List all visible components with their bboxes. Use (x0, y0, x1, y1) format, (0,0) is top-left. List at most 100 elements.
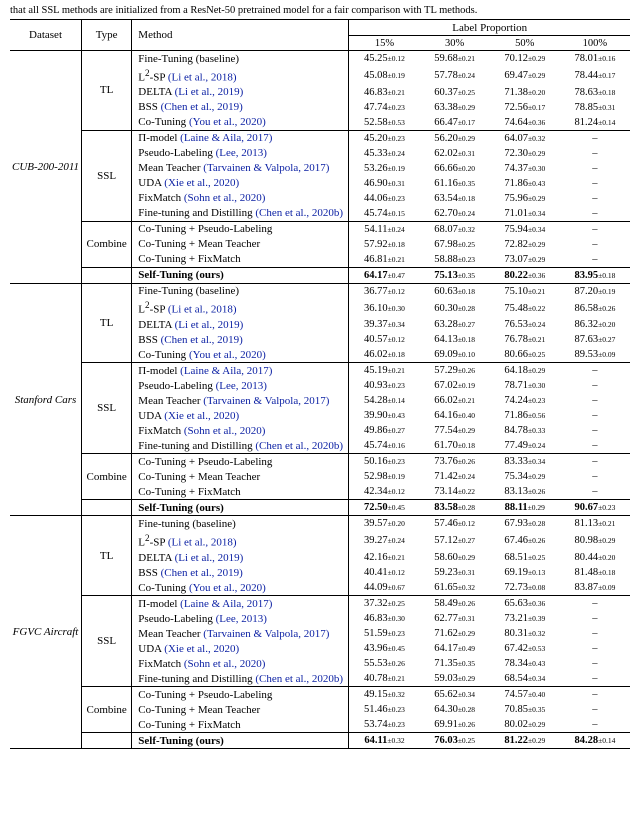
method-cell: DELTA (Li et al., 2019) (132, 317, 349, 332)
citation-link[interactable]: (Sohn et al., 2020) (184, 192, 266, 204)
value-cell: 80.44±0.20 (560, 550, 630, 565)
method-cell: Fine-tuning (baseline) (132, 516, 349, 532)
citation-link[interactable]: (Xie et al., 2020) (164, 177, 239, 189)
value-cell: 52.98±0.19 (349, 469, 420, 484)
value-cell: 74.24±0.23 (490, 393, 560, 408)
citation-link[interactable]: (Li et al., 2018) (168, 71, 237, 83)
value-cell: 54.11±0.24 (349, 221, 420, 237)
citation-link[interactable]: (You et al., 2020) (189, 116, 266, 128)
value-cell: 64.16±0.40 (420, 408, 490, 423)
value-cell: 44.09±0.67 (349, 580, 420, 596)
value-cell: 69.91±0.26 (420, 717, 490, 733)
method-cell: Self-Tuning (ours) (132, 267, 349, 283)
citation-link[interactable]: (Li et al., 2019) (175, 319, 244, 331)
value-cell: 64.17±0.47 (349, 267, 420, 283)
value-cell: 81.13±0.21 (560, 516, 630, 532)
method-cell: Fine-tuning and Distilling (Chen et al.,… (132, 206, 349, 222)
value-cell: 45.19±0.21 (349, 363, 420, 379)
value-cell: – (560, 130, 630, 146)
citation-link[interactable]: (Chen et al., 2019) (161, 567, 243, 579)
method-cell: Co-Tuning + Pseudo-Labeling (132, 454, 349, 470)
value-cell: 45.25±0.12 (349, 51, 420, 67)
method-cell: Co-Tuning (You et al., 2020) (132, 115, 349, 131)
table-caption: that all SSL methods are initialized fro… (0, 0, 640, 19)
value-cell: 69.09±0.10 (420, 347, 490, 363)
value-cell: 64.11±0.32 (349, 733, 420, 749)
method-cell: Mean Teacher (Tarvainen & Valpola, 2017) (132, 393, 349, 408)
citation-link[interactable]: (Chen et al., 2020b) (255, 440, 343, 452)
citation-link[interactable]: (Sohn et al., 2020) (184, 658, 266, 670)
citation-link[interactable]: (Lee, 2013) (216, 380, 267, 392)
citation-link[interactable]: (Chen et al., 2020b) (255, 207, 343, 219)
citation-link[interactable]: (Chen et al., 2020b) (255, 673, 343, 685)
citation-link[interactable]: (Li et al., 2019) (175, 86, 244, 98)
method-cell: Pseudo-Labeling (Lee, 2013) (132, 378, 349, 393)
value-cell: 63.38±0.29 (420, 100, 490, 115)
method-cell: DELTA (Li et al., 2019) (132, 85, 349, 100)
method-cell: Mean Teacher (Tarvainen & Valpola, 2017) (132, 161, 349, 176)
table-row: SSLΠ-model (Laine & Aila, 2017)45.20±0.2… (10, 130, 630, 146)
method-cell: Co-Tuning + FixMatch (132, 717, 349, 733)
citation-link[interactable]: (Xie et al., 2020) (164, 643, 239, 655)
citation-link[interactable]: (Laine & Aila, 2017) (180, 598, 272, 610)
citation-link[interactable]: (You et al., 2020) (189, 582, 266, 594)
citation-link[interactable]: (Laine & Aila, 2017) (180, 365, 272, 377)
citation-link[interactable]: (Chen et al., 2019) (161, 334, 243, 346)
citation-link[interactable]: (Li et al., 2018) (168, 537, 237, 549)
type-cell: Combine (82, 454, 132, 500)
value-cell: 54.28±0.14 (349, 393, 420, 408)
value-cell: 72.82±0.29 (490, 237, 560, 252)
citation-link[interactable]: (You et al., 2020) (189, 349, 266, 361)
value-cell: 90.67±0.23 (560, 500, 630, 516)
value-cell: 71.38±0.20 (490, 85, 560, 100)
table-row: Self-Tuning (ours)72.50±0.4583.58±0.2888… (10, 500, 630, 516)
method-cell: Co-Tuning + Pseudo-Labeling (132, 221, 349, 237)
value-cell: 75.94±0.34 (490, 221, 560, 237)
value-cell: – (560, 687, 630, 703)
value-cell: 40.41±0.12 (349, 565, 420, 580)
citation-link[interactable]: (Xie et al., 2020) (164, 410, 239, 422)
method-cell: UDA (Xie et al., 2020) (132, 408, 349, 423)
value-cell: 69.47±0.29 (490, 66, 560, 85)
citation-link[interactable]: (Li et al., 2019) (175, 552, 244, 564)
citation-link[interactable]: (Chen et al., 2019) (161, 101, 243, 113)
value-cell: 75.13±0.35 (420, 267, 490, 283)
value-cell: 36.77±0.12 (349, 283, 420, 299)
value-cell: – (560, 221, 630, 237)
value-cell: 57.78±0.24 (420, 66, 490, 85)
value-cell: 72.56±0.17 (490, 100, 560, 115)
value-cell: 40.78±0.21 (349, 671, 420, 687)
method-cell: Self-Tuning (ours) (132, 500, 349, 516)
citation-link[interactable]: (Lee, 2013) (216, 147, 267, 159)
value-cell: 56.20±0.29 (420, 130, 490, 146)
value-cell: 71.42±0.24 (420, 469, 490, 484)
dataset-cell: Stanford Cars (10, 283, 82, 516)
value-cell: 80.98±0.29 (560, 531, 630, 550)
value-cell: 80.02±0.29 (490, 717, 560, 733)
citation-link[interactable]: (Lee, 2013) (216, 613, 267, 625)
dataset-cell: FGVC Aircraft (10, 516, 82, 749)
value-cell: – (560, 469, 630, 484)
value-cell: 64.13±0.18 (420, 332, 490, 347)
col-30: 30% (420, 36, 490, 51)
citation-link[interactable]: (Li et al., 2018) (168, 304, 237, 316)
value-cell: 67.46±0.26 (490, 531, 560, 550)
value-cell: 45.08±0.19 (349, 66, 420, 85)
type-cell: SSL (82, 596, 132, 687)
method-cell: L2-SP (Li et al., 2018) (132, 66, 349, 85)
value-cell: 71.86±0.56 (490, 408, 560, 423)
value-cell: 75.48±0.22 (490, 299, 560, 318)
value-cell: 57.46±0.12 (420, 516, 490, 532)
value-cell: – (560, 191, 630, 206)
value-cell: 46.90±0.31 (349, 176, 420, 191)
value-cell: 59.23±0.31 (420, 565, 490, 580)
citation-link[interactable]: (Tarvainen & Valpola, 2017) (203, 162, 329, 174)
value-cell: 78.71±0.30 (490, 378, 560, 393)
citation-link[interactable]: (Sohn et al., 2020) (184, 425, 266, 437)
citation-link[interactable]: (Tarvainen & Valpola, 2017) (203, 395, 329, 407)
value-cell: 86.58±0.26 (560, 299, 630, 318)
value-cell: 40.93±0.23 (349, 378, 420, 393)
citation-link[interactable]: (Laine & Aila, 2017) (180, 132, 272, 144)
citation-link[interactable]: (Tarvainen & Valpola, 2017) (203, 628, 329, 640)
value-cell: 83.95±0.18 (560, 267, 630, 283)
